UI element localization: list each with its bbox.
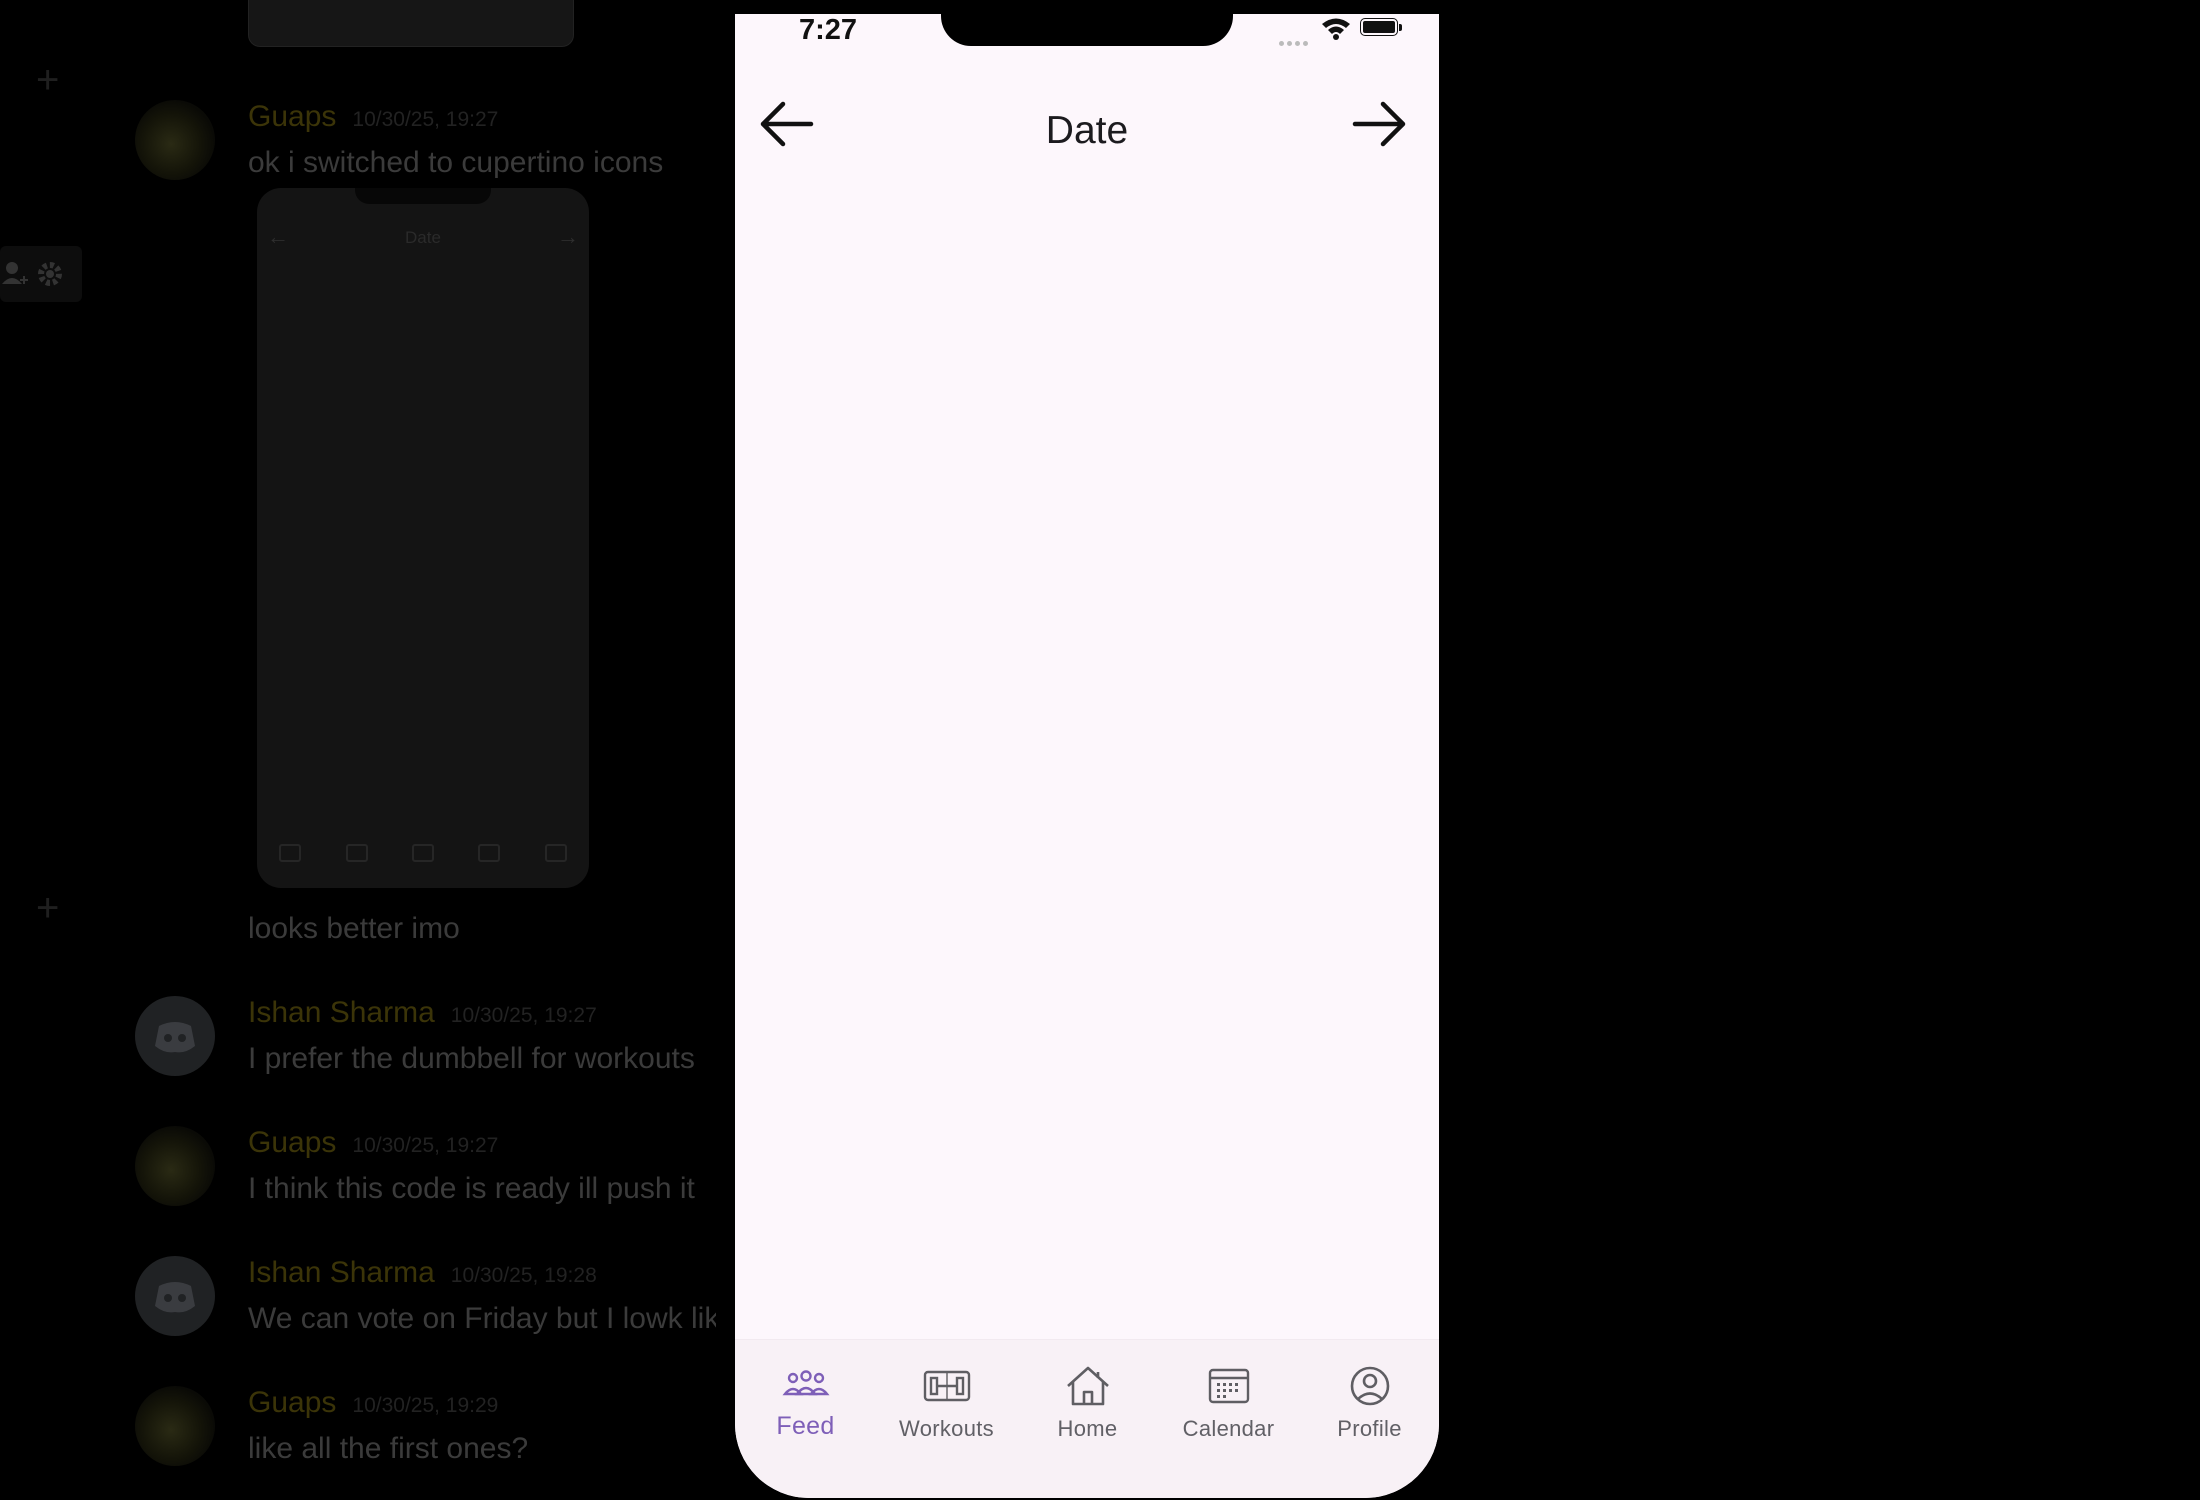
preview-tabbar xyxy=(257,844,589,862)
battery-icon xyxy=(1360,18,1404,38)
wifi-icon xyxy=(1322,18,1350,40)
page-title: Date xyxy=(1045,109,1129,152)
message-text: ok i switched to cupertino icons xyxy=(248,146,664,179)
message-author[interactable]: Guaps xyxy=(248,100,336,133)
tab-calendar[interactable]: Calendar xyxy=(1158,1364,1299,1464)
message-text: I think this code is ready ill push it xyxy=(248,1172,695,1205)
add-icon[interactable]: + xyxy=(36,60,59,100)
tab-label: Profile xyxy=(1337,1416,1402,1441)
message-header: Ishan Sharma 10/30/25, 19:28 xyxy=(248,1256,597,1290)
preview-title: Date xyxy=(405,228,441,247)
chat-background: + + Guaps 10/30/25, 19:27 ok i switched t… xyxy=(0,0,730,1500)
discord-logo-icon xyxy=(155,1022,195,1053)
tab-label: Home xyxy=(1057,1416,1118,1441)
message-author[interactable]: Ishan Sharma xyxy=(248,996,435,1029)
message-text: I prefer the dumbbell for workouts xyxy=(248,1042,695,1075)
house-icon xyxy=(1066,1366,1109,1406)
tab-label: Workouts xyxy=(899,1416,994,1441)
image-attachment-phone-preview[interactable]: ← Date → xyxy=(257,188,589,888)
tab-label: Feed xyxy=(776,1412,835,1440)
message-timestamp: 10/30/25, 19:27 xyxy=(352,1134,499,1157)
avatar[interactable] xyxy=(135,1256,215,1336)
phone-screen: 7:27 Date Feed Workouts Home Calendar Pr… xyxy=(735,14,1439,1498)
arrow-right-icon xyxy=(1352,101,1406,147)
message-header: Guaps 10/30/25, 19:27 xyxy=(248,100,498,134)
message-text: We can vote on Friday but I lowk lik xyxy=(248,1302,720,1335)
message-text: like all the first ones? xyxy=(248,1432,529,1465)
preview-forward-icon: → xyxy=(557,224,579,249)
avatar[interactable] xyxy=(135,1126,215,1206)
phone-notch xyxy=(941,14,1233,46)
message-author[interactable]: Guaps xyxy=(248,1126,336,1159)
bottom-tab-bar: Feed Workouts Home Calendar Profile xyxy=(735,1339,1439,1498)
avatar[interactable] xyxy=(135,1386,215,1466)
side-toolbar xyxy=(0,246,82,302)
message-author[interactable]: Ishan Sharma xyxy=(248,1256,435,1289)
cellular-signal-icon xyxy=(1279,33,1313,46)
tab-label: Calendar xyxy=(1182,1416,1275,1441)
gear-icon[interactable] xyxy=(34,258,66,290)
tab-workouts[interactable]: Workouts xyxy=(876,1364,1017,1464)
forward-button[interactable] xyxy=(1351,94,1411,154)
message-author[interactable]: Guaps xyxy=(248,1386,336,1419)
profile-icon xyxy=(1350,1366,1389,1406)
tab-home[interactable]: Home xyxy=(1017,1364,1158,1464)
preview-notch xyxy=(355,188,491,204)
message-timestamp: 10/30/25, 19:28 xyxy=(450,1264,597,1287)
tab-profile[interactable]: Profile xyxy=(1299,1364,1439,1464)
add-icon[interactable]: + xyxy=(36,888,59,928)
avatar[interactable] xyxy=(135,100,215,180)
message-header: Guaps 10/30/25, 19:27 xyxy=(248,1126,498,1160)
message-timestamp: 10/30/25, 19:27 xyxy=(352,108,499,131)
add-user-icon[interactable] xyxy=(2,260,28,288)
message-header: Guaps 10/30/25, 19:29 xyxy=(248,1386,498,1420)
message-timestamp: 10/30/25, 19:29 xyxy=(352,1394,499,1417)
message-header: Ishan Sharma 10/30/25, 19:27 xyxy=(248,996,597,1030)
people-icon xyxy=(782,1370,829,1396)
discord-logo-icon xyxy=(155,1282,195,1313)
avatar[interactable] xyxy=(135,996,215,1076)
calendar-icon xyxy=(1208,1368,1249,1404)
message-timestamp: 10/30/25, 19:27 xyxy=(450,1004,597,1027)
image-attachment-preview-top[interactable] xyxy=(248,0,574,47)
tab-feed[interactable]: Feed xyxy=(735,1364,876,1464)
dumbbell-icon xyxy=(923,1370,970,1402)
status-time: 7:27 xyxy=(799,14,858,46)
message-text: looks better imo xyxy=(248,912,460,945)
